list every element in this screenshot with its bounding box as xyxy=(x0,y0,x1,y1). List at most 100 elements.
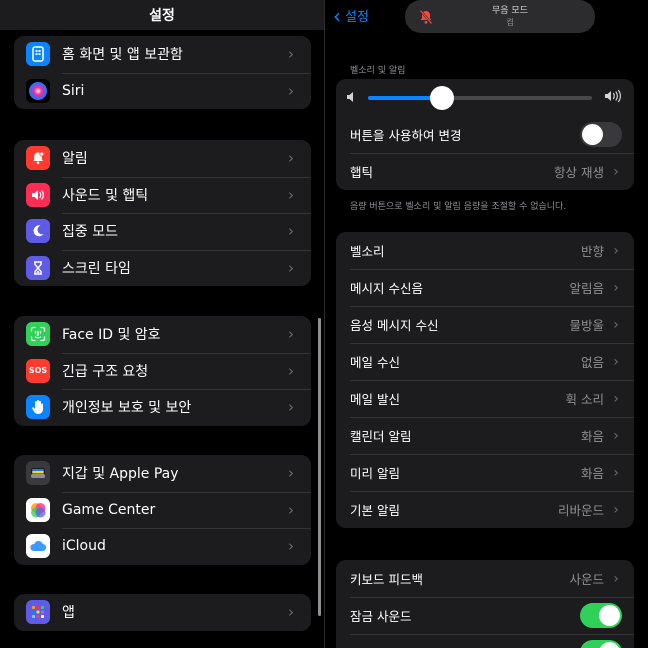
sidebar-item-focus[interactable]: 집중 모드 › xyxy=(14,213,311,250)
sound-row-ringtone[interactable]: 벨소리 반향 › xyxy=(336,232,634,269)
ringer-group: 버튼을 사용하여 변경 햅틱 항상 재생 › xyxy=(336,79,634,190)
sidebar-item-label: 개인정보 보호 및 보안 xyxy=(62,400,192,417)
sidebar-scrollbar[interactable] xyxy=(318,318,321,616)
chevron-right-icon: › xyxy=(613,501,619,518)
chevron-right-icon: › xyxy=(613,353,619,370)
sound-row-default-alerts[interactable]: 기본 알림 리바운드 › xyxy=(336,491,634,528)
sidebar-item-screen-time[interactable]: 스크린 타임 › xyxy=(14,249,311,287)
settings-group-apps: 앱 › xyxy=(14,594,311,631)
sound-row-label: 기본 알림 xyxy=(350,503,400,518)
sidebar-item-label: 알림 xyxy=(62,151,88,168)
chevron-right-icon: › xyxy=(613,390,619,407)
sound-row-label: 메시지 수신음 xyxy=(350,281,423,296)
sound-row-reminder-alerts[interactable]: 미리 알림 화음 › xyxy=(336,454,634,491)
haptic-row[interactable]: 햅틱 항상 재생 › xyxy=(336,153,634,190)
sound-row-label: 캘린더 알림 xyxy=(350,429,412,444)
haptic-label: 햅틱 xyxy=(350,165,374,180)
sidebar-title: 설정 xyxy=(149,8,175,24)
sidebar-item-icloud[interactable]: iCloud › xyxy=(14,528,311,565)
chevron-right-icon: › xyxy=(288,603,294,622)
system-haptics-row xyxy=(336,634,634,648)
chevron-right-icon: › xyxy=(288,258,294,277)
bell-icon xyxy=(26,146,50,171)
sound-row-value: 휙 소리 xyxy=(565,392,604,407)
sound-row-new-mail[interactable]: 메일 수신 없음 › xyxy=(336,343,634,380)
sidebar-item-label: iCloud xyxy=(62,538,106,555)
chevron-right-icon: › xyxy=(288,81,294,100)
sidebar-item-emergency-sos[interactable]: SOS 긴급 구조 요청 › xyxy=(14,352,311,390)
sound-row-calendar-alerts[interactable]: 캘린더 알림 화음 › xyxy=(336,417,634,454)
keyboard-feedback-value: 사운드 xyxy=(569,572,604,587)
chevron-right-icon: › xyxy=(288,149,294,168)
sound-row-label: 메일 발신 xyxy=(350,392,400,407)
wallet-icon xyxy=(26,461,50,486)
change-with-buttons-toggle[interactable] xyxy=(580,122,622,147)
chevron-right-icon: › xyxy=(288,464,294,483)
chevron-right-icon: › xyxy=(613,279,619,296)
sounds-detail-pane: ‹ 설정 무음 모드 켬 벨소리 및 알림 버튼을 사용하여 변경 햅틱 항상 … xyxy=(325,0,648,648)
sidebar-item-label: 지갑 및 Apple Pay xyxy=(62,466,179,483)
sidebar-item-label: Face ID 및 암호 xyxy=(62,327,161,344)
sidebar-item-faceid[interactable]: Face ID 및 암호 › xyxy=(14,316,311,353)
sidebar-item-home-screen[interactable]: 홈 화면 및 앱 보관함 › xyxy=(14,36,311,73)
sound-row-value: 반향 xyxy=(580,244,604,259)
silent-mode-title: 무음 모드 xyxy=(492,6,528,16)
sidebar-item-wallet[interactable]: 지갑 및 Apple Pay › xyxy=(14,455,311,492)
sidebar-item-label: 앱 xyxy=(62,605,75,622)
siri-icon xyxy=(26,78,50,103)
hourglass-icon xyxy=(26,255,50,280)
sidebar-item-game-center[interactable]: Game Center › xyxy=(14,491,311,529)
haptic-value: 항상 재생 xyxy=(554,165,604,180)
settings-sidebar: 설정 홈 화면 및 앱 보관함 › Siri › 알림 › 사운드 및 햅틱 ›… xyxy=(0,0,324,648)
sidebar-item-privacy[interactable]: 개인정보 보호 및 보안 › xyxy=(14,389,311,426)
chevron-right-icon: › xyxy=(288,398,294,417)
keyboard-feedback-label: 키보드 피드백 xyxy=(350,572,423,587)
sidebar-item-apps[interactable]: 앱 › xyxy=(14,594,311,631)
sound-row-value: 리바운드 xyxy=(557,503,604,518)
sound-row-label: 미리 알림 xyxy=(350,466,400,481)
chevron-right-icon: › xyxy=(288,361,294,380)
apps-icon xyxy=(26,600,50,625)
chevron-right-icon: › xyxy=(613,570,619,587)
system-haptics-toggle[interactable] xyxy=(580,640,622,648)
sidebar-item-sounds[interactable]: 사운드 및 햅틱 › xyxy=(14,176,311,214)
home-screen-icon xyxy=(26,42,50,67)
chevron-left-icon: ‹ xyxy=(333,3,341,28)
settings-group-general: 홈 화면 및 앱 보관함 › Siri › xyxy=(14,36,311,109)
volume-slider-row xyxy=(336,79,634,116)
sidebar-item-label: Game Center xyxy=(62,501,156,518)
ringer-footnote: 음량 버튼으로 벨소리 및 알림 음량을 조절할 수 없습니다. xyxy=(350,202,567,212)
moon-icon xyxy=(26,219,50,244)
settings-group-security: Face ID 및 암호 › SOS 긴급 구조 요청 › 개인정보 보호 및 … xyxy=(14,316,311,426)
chevron-right-icon: › xyxy=(613,163,619,180)
chevron-right-icon: › xyxy=(613,427,619,444)
lock-sound-row: 잠금 사운드 xyxy=(336,597,634,634)
speaker-high-icon xyxy=(604,88,624,107)
bell-slash-icon xyxy=(417,8,435,26)
sidebar-item-label: 긴급 구조 요청 xyxy=(62,363,149,380)
chevron-right-icon: › xyxy=(288,500,294,519)
chevron-right-icon: › xyxy=(288,222,294,241)
chevron-right-icon: › xyxy=(288,537,294,556)
back-button[interactable]: ‹ 설정 xyxy=(333,3,369,28)
sound-row-text-tone[interactable]: 메시지 수신음 알림음 › xyxy=(336,269,634,306)
keyboard-feedback-row[interactable]: 키보드 피드백 사운드 › xyxy=(336,560,634,597)
sidebar-item-notifications[interactable]: 알림 › xyxy=(14,140,311,177)
chevron-right-icon: › xyxy=(288,185,294,204)
sound-row-label: 음성 메시지 수신 xyxy=(350,318,439,333)
sound-row-sent-mail[interactable]: 메일 발신 휙 소리 › xyxy=(336,380,634,417)
sound-row-value: 화음 xyxy=(580,466,604,481)
sound-row-voicemail[interactable]: 음성 메시지 수신 물방울 › xyxy=(336,306,634,343)
sidebar-item-label: Siri xyxy=(62,82,85,99)
settings-group-accounts: 지갑 및 Apple Pay › Game Center › iCloud › xyxy=(14,455,311,565)
sidebar-item-siri[interactable]: Siri › xyxy=(14,72,311,110)
lock-sound-toggle[interactable] xyxy=(580,603,622,628)
sound-row-value: 없음 xyxy=(580,355,604,370)
hand-icon xyxy=(26,395,50,420)
game-center-icon xyxy=(26,497,50,522)
sound-row-value: 화음 xyxy=(580,429,604,444)
volume-slider-thumb[interactable] xyxy=(429,85,454,110)
volume-slider[interactable] xyxy=(368,85,592,110)
lock-sound-label: 잠금 사운드 xyxy=(350,609,412,624)
speaker-low-icon xyxy=(346,88,356,107)
